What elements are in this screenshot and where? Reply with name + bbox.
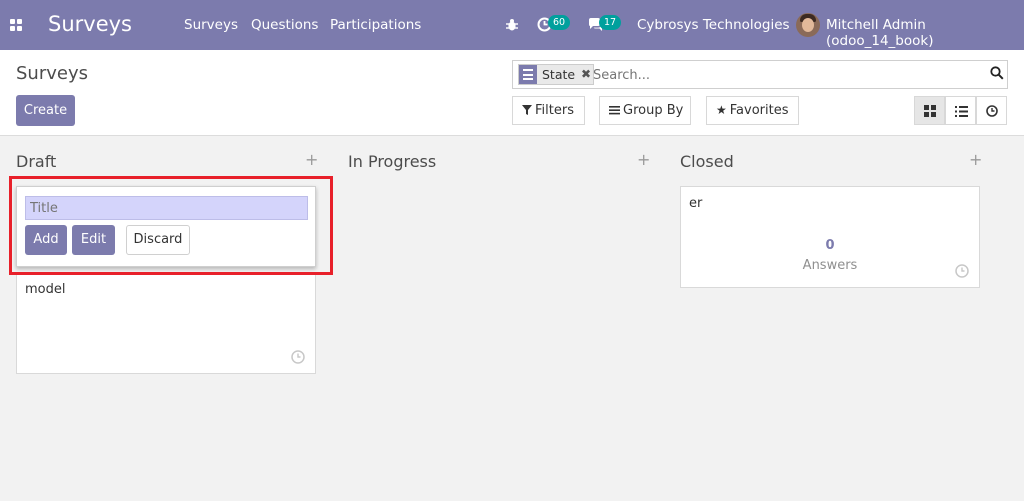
facet-label: State xyxy=(542,67,576,82)
activity-count-badge: 60 xyxy=(548,15,571,30)
menu-participations[interactable]: Participations xyxy=(330,17,421,33)
highlight-annotation xyxy=(9,176,333,275)
column-title-draft[interactable]: Draft xyxy=(16,152,56,171)
list-view-button[interactable] xyxy=(945,96,976,125)
company-switcher[interactable]: Cybrosys Technologies xyxy=(637,17,790,33)
clock-icon[interactable] xyxy=(955,264,969,278)
add-card-plus-icon[interactable]: + xyxy=(969,150,982,169)
messages-count-badge: 17 xyxy=(599,15,622,30)
apps-grid-icon[interactable] xyxy=(10,19,23,32)
column-title-in-progress[interactable]: In Progress xyxy=(348,152,436,171)
group-by-label: Group By xyxy=(623,103,684,118)
breadcrumb: Surveys xyxy=(16,63,88,84)
kanban-view-button[interactable] xyxy=(914,96,945,125)
control-panel: Surveys Create State ✖ Filters Group By … xyxy=(0,50,1024,136)
filter-group-icon xyxy=(519,65,537,84)
answers-label: Answers xyxy=(802,258,858,273)
bug-icon[interactable] xyxy=(505,18,519,32)
menu-surveys[interactable]: Surveys xyxy=(184,17,238,33)
filters-label: Filters xyxy=(535,103,574,118)
user-avatar[interactable] xyxy=(796,13,820,37)
clock-icon[interactable] xyxy=(291,350,305,364)
column-title-closed[interactable]: Closed xyxy=(680,152,734,171)
card-title: er xyxy=(689,196,703,211)
star-icon: ★ xyxy=(716,103,727,117)
kanban-card-closed[interactable]: er 0 Answers xyxy=(680,186,980,288)
filter-icon xyxy=(522,105,532,115)
kanban-card-draft[interactable]: model xyxy=(16,273,316,374)
favorites-button[interactable]: ★ Favorites xyxy=(706,96,799,125)
create-button[interactable]: Create xyxy=(16,95,75,126)
kanban-grid-icon xyxy=(924,105,936,117)
search-input[interactable] xyxy=(593,65,973,85)
menu-questions[interactable]: Questions xyxy=(251,17,318,33)
list-lines-icon xyxy=(609,106,620,115)
app-name[interactable]: Surveys xyxy=(48,12,132,36)
favorites-label: Favorites xyxy=(729,103,789,118)
search-bar: State ✖ xyxy=(512,60,1008,89)
close-icon[interactable]: ✖ xyxy=(581,65,591,84)
activity-view-button[interactable] xyxy=(976,96,1007,125)
search-facet-state: State ✖ xyxy=(518,64,594,85)
add-card-plus-icon[interactable]: + xyxy=(637,150,650,169)
group-by-button[interactable]: Group By xyxy=(599,96,691,125)
user-menu[interactable]: Mitchell Admin (odoo_14_book) xyxy=(826,17,1024,49)
card-title: model xyxy=(25,282,66,297)
clock-icon xyxy=(986,105,998,117)
add-card-plus-icon[interactable]: + xyxy=(305,150,318,169)
filters-button[interactable]: Filters xyxy=(512,96,585,125)
list-icon xyxy=(955,106,968,117)
answers-count[interactable]: 0 xyxy=(681,238,979,253)
top-navbar: Surveys Surveys Questions Participations… xyxy=(0,0,1024,50)
search-icon[interactable] xyxy=(990,66,1004,80)
